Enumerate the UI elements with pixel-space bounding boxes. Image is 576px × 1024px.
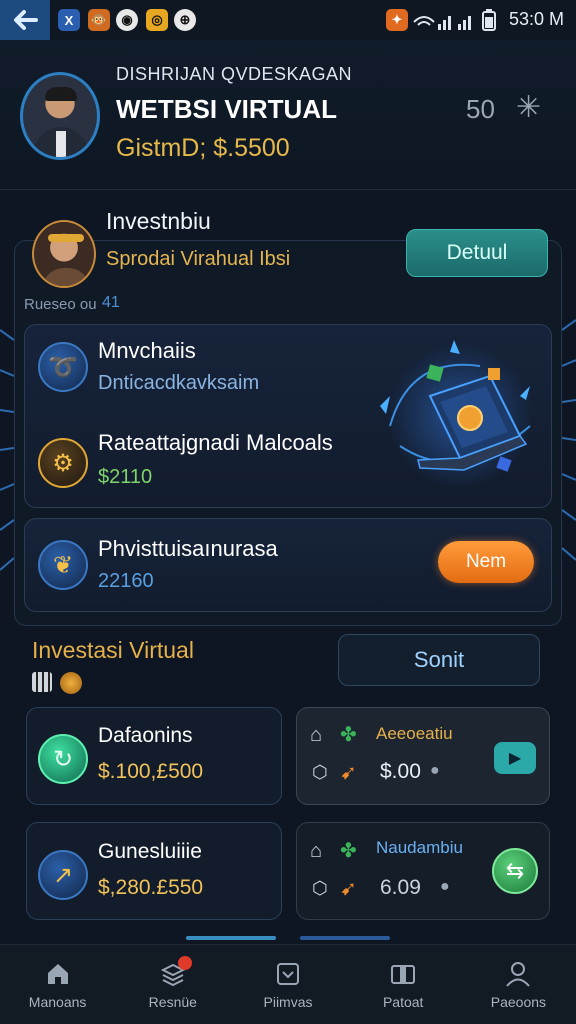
nav-label-stack: Resnüe (148, 993, 197, 1010)
tile2-amount: $,280.£550 (98, 876, 204, 899)
header-count: 50 (466, 94, 495, 124)
chip-icon-2: ➹ (340, 878, 357, 900)
play-button-icon[interactable]: ▶ (494, 742, 536, 774)
settings-icon[interactable]: ✳ (516, 90, 541, 125)
tile1-title: Dafaonins (98, 724, 193, 747)
tile3-status-icon: ● (430, 762, 440, 779)
x-app-icon: X (58, 9, 80, 31)
nav-label-box: Piimvas (263, 993, 313, 1010)
header-balance: GistmD; $.5500 (116, 134, 290, 162)
investor-subtitle: Sprodai Virahual Ibsi (106, 248, 291, 270)
chart-up-icon: ↗ (38, 850, 88, 900)
puzzle-icon-2: ✤ (340, 840, 357, 862)
nav-item-wallet[interactable]: Patoat (346, 945, 461, 1024)
section-title: Investasi Virtual (32, 637, 194, 663)
sort-button[interactable]: Sonit (338, 634, 540, 686)
monkey-app-icon: 🐵 (88, 9, 110, 31)
header-title: WETBSI VIRTUAL (116, 94, 337, 124)
status-time: 53:0 M (508, 9, 564, 29)
shield-icon: ⬡ (312, 762, 328, 782)
bottom-nav: Manoans Resnüe Piimvas Patoat Paeoons (0, 944, 576, 1024)
right-decor-lines (562, 319, 576, 561)
tile1-amount: $.100,£500 (98, 760, 204, 783)
profile-icon (503, 960, 533, 988)
box-icon (273, 960, 303, 988)
refresh-icon: ↻ (38, 734, 88, 784)
nav-item-stack[interactable]: Resnüe (115, 945, 230, 1024)
swap-button-icon[interactable]: ⇆ (492, 848, 538, 894)
house-icon-2: ⌂ (310, 840, 323, 862)
nav-label-profile: Paeoons (490, 993, 547, 1010)
notification-badge (177, 955, 192, 970)
back-button[interactable] (0, 0, 50, 40)
swirl-icon: ➰ (38, 342, 88, 392)
signal-icons (413, 16, 471, 30)
user-avatar[interactable] (20, 72, 100, 160)
card2-action-button[interactable]: Nem (438, 541, 534, 583)
card1-row2-title: Rateattajgnadi Malcoals (98, 430, 333, 455)
laptop-illustration-icon (380, 340, 532, 488)
notification-icon: ✦ (386, 9, 408, 31)
back-arrow-icon (14, 10, 38, 30)
tile3-title: Aeeoeatiu (376, 724, 453, 743)
home-icon (43, 960, 73, 988)
investor-title: Investnbiu (106, 208, 211, 234)
battery-icon (482, 9, 496, 31)
house-icon: ⌂ (310, 724, 323, 746)
tile2-title: Gunesluiiie (98, 840, 202, 863)
puzzle-icon: ✤ (340, 724, 357, 746)
ring-app-icon: ◎ (146, 9, 168, 31)
shield-icon-2: ⬡ (312, 878, 328, 898)
tile4-value: 6.09 (380, 876, 421, 899)
chip-icon: ➹ (340, 762, 357, 784)
card2-title: Phvisttuisaınurasa (98, 536, 278, 561)
coins-icon (60, 672, 82, 694)
detail-button[interactable]: Detuul (406, 229, 548, 277)
left-decor-lines (0, 329, 14, 571)
scroll-indicator (300, 936, 390, 940)
leaf-icon: ❦ (38, 540, 88, 590)
tile4-status-icon: ● (440, 878, 450, 895)
nav-item-home[interactable]: Manoans (0, 945, 115, 1024)
nav-label-home: Manoans (28, 993, 87, 1010)
scroll-indicator-active (186, 936, 276, 940)
grid-icon (32, 672, 52, 692)
nav-item-box[interactable]: Piimvas (230, 945, 345, 1024)
nav-label-wallet: Patoat (382, 993, 424, 1010)
card1-row1-subtitle: Dnticacdkavksaim (98, 372, 260, 394)
card2-value: 22160 (98, 570, 154, 592)
investor-small-number: 41 (102, 294, 120, 311)
globe-app-icon: ⊕ (174, 9, 196, 31)
card1-row1-title: Mnvchaiis (98, 338, 196, 363)
nav-item-profile[interactable]: Paeoons (461, 945, 576, 1024)
header-subtitle: DISHRIJAN QVDESKAGAN (116, 64, 353, 84)
wallet-icon (388, 960, 418, 988)
investor-avatar[interactable] (32, 220, 96, 288)
tile3-value: $.00 (380, 760, 421, 783)
tile4-title: Naudambiu (376, 838, 463, 857)
card1-row2-value: $2110 (98, 466, 153, 488)
investor-small-label: Rueseo ou (24, 296, 97, 313)
circle-app-icon: ◉ (116, 9, 138, 31)
section-icons (32, 672, 82, 694)
coin-icon: ⚙ (38, 438, 88, 488)
stack-icon (158, 955, 192, 988)
